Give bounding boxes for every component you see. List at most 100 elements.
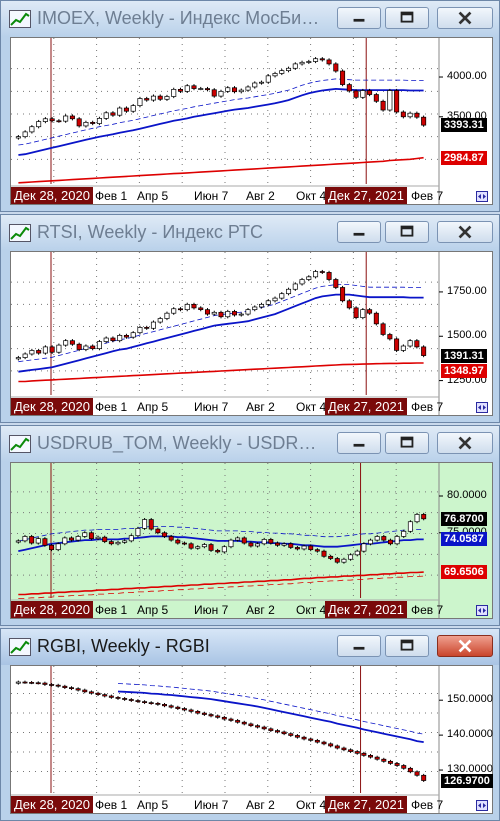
candle-body: [321, 550, 327, 557]
candle-body: [279, 70, 285, 74]
candle-body: [414, 771, 420, 776]
candle-body: [191, 85, 197, 89]
candle-body: [148, 519, 154, 530]
candle-body: [42, 118, 48, 122]
candle-body: [88, 532, 94, 539]
title-bar[interactable]: RGBI, Weekly - RGBI: [1, 629, 499, 665]
candle-body: [168, 536, 174, 541]
title-bar[interactable]: IMOEX, Weekly - Индекс МосБиржи: [1, 1, 499, 37]
end-date-label: Дек 27, 2021: [325, 796, 407, 813]
candle-body: [62, 685, 68, 688]
candle-body: [208, 714, 214, 717]
candle-body: [238, 313, 244, 316]
minimize-button[interactable]: [337, 7, 381, 29]
candle-body: [35, 682, 41, 685]
minimize-button[interactable]: [337, 432, 381, 454]
candle-body: [241, 721, 247, 725]
minimize-button[interactable]: [337, 635, 381, 657]
candle-body: [279, 293, 285, 299]
candle-body: [268, 539, 274, 544]
candle-body: [272, 73, 278, 77]
candle-body: [15, 136, 21, 139]
candle-body: [157, 95, 163, 100]
candle-body: [195, 546, 201, 549]
candle-body: [314, 549, 320, 552]
window-title: USDRUB_TOM, Weekly - USDRUB_TOM: [37, 433, 327, 453]
candle-body: [115, 697, 121, 699]
candle-body: [130, 105, 136, 112]
candle-body: [394, 90, 400, 113]
title-bar[interactable]: RTSI, Weekly - Индекс РТС: [1, 215, 499, 251]
candle-body: [117, 335, 123, 342]
candle-body: [414, 112, 420, 118]
plot-area[interactable]: 80.000075.000076.870074.058769.6506Фев 1…: [10, 462, 493, 619]
window-title: RTSI, Weekly - Индекс РТС: [37, 222, 264, 242]
candle-body: [353, 90, 359, 98]
candle-body: [108, 541, 114, 545]
candle-body: [328, 555, 334, 559]
chart-window-usdrub: USDRUB_TOM, Weekly - USDRUB_TOM 80.000075…: [0, 425, 500, 626]
candle-body: [288, 543, 294, 548]
title-bar[interactable]: USDRUB_TOM, Weekly - USDRUB_TOM: [1, 426, 499, 462]
candle-body: [22, 681, 28, 684]
candle-body: [128, 535, 134, 542]
plot-area[interactable]: 150.0000 140.0000 130.0000 126.9700 Фев 1 Апр…: [10, 665, 493, 814]
candle-body: [96, 341, 102, 350]
close-button[interactable]: [437, 221, 493, 243]
candle-body: [137, 98, 143, 106]
close-button[interactable]: [437, 635, 493, 657]
candle-body: [228, 718, 234, 721]
candle-body: [76, 343, 82, 350]
maximize-button[interactable]: [385, 432, 429, 454]
candle-body: [82, 689, 88, 693]
candle-body: [177, 308, 183, 311]
maximize-button[interactable]: [385, 635, 429, 657]
maximize-button[interactable]: [385, 7, 429, 29]
price-chart[interactable]: [11, 463, 492, 618]
candle-body: [204, 88, 211, 91]
candle-body: [103, 112, 109, 119]
price-chart[interactable]: [11, 38, 492, 204]
candle-body: [90, 345, 96, 350]
candle-body: [42, 346, 48, 354]
candle-body: [117, 107, 123, 116]
candle-body: [55, 684, 61, 687]
plot-area[interactable]: 4000.00 3500.00 3393.31 2984.87 Фев 1 Апр 5 Ию…: [10, 37, 493, 205]
candle-body: [313, 271, 319, 278]
close-button[interactable]: [437, 7, 493, 29]
candle-body: [142, 701, 148, 703]
x-tick-label: Авг 2: [246, 603, 275, 617]
chart-app-icon: [9, 224, 31, 242]
scroll-end-icon[interactable]: [476, 191, 488, 202]
price-chart[interactable]: [11, 666, 492, 813]
scroll-end-icon[interactable]: [476, 800, 488, 811]
window-title: RGBI, Weekly - RGBI: [37, 636, 210, 656]
candle-body: [407, 521, 413, 532]
start-date-label: Дек 28, 2020: [11, 187, 93, 204]
candle-body: [394, 536, 400, 545]
candle-body: [319, 271, 325, 273]
x-tick-label: Апр 5: [137, 798, 169, 812]
price-chart[interactable]: [11, 252, 492, 415]
minimize-button[interactable]: [337, 221, 381, 243]
candle-body: [245, 309, 251, 315]
candle-body: [380, 323, 386, 335]
candle-body: [22, 353, 28, 358]
scroll-end-icon[interactable]: [476, 605, 488, 616]
close-button[interactable]: [437, 432, 493, 454]
last-price-label: 3393.31: [441, 118, 487, 133]
candle-body: [162, 532, 167, 537]
scroll-end-icon[interactable]: [476, 402, 488, 413]
candle-body: [334, 558, 340, 563]
candle-body: [29, 126, 35, 133]
candle-body: [421, 346, 427, 356]
candle-body: [387, 90, 393, 111]
candle-body: [292, 283, 298, 290]
maximize-button[interactable]: [385, 221, 429, 243]
candle-body: [96, 118, 102, 124]
x-tick-label: Фев 7: [411, 603, 444, 617]
ma-value-label: 2984.87: [441, 150, 487, 165]
candle-body: [49, 684, 55, 686]
candle-body: [306, 276, 312, 280]
plot-area[interactable]: 1750.00 1500.00 1250.00 1391.31 1348.97 Фев 1…: [10, 251, 493, 416]
